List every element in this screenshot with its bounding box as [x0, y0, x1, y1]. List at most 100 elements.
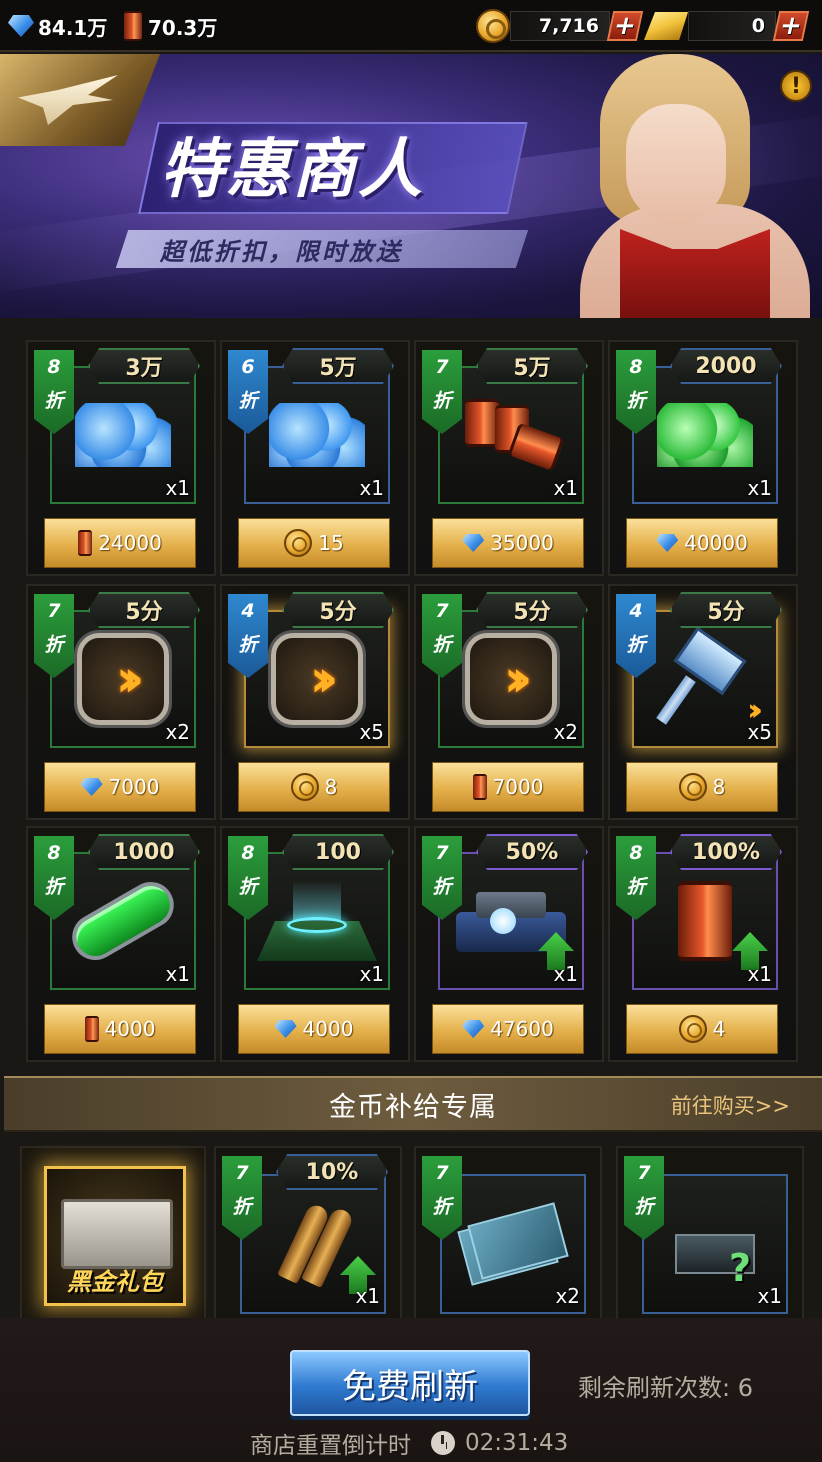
price-value: 15: [318, 531, 344, 555]
shop-item-card[interactable]: ›› 4 折 5分 x5 8: [608, 584, 798, 820]
green-crystal-pile-icon: [657, 403, 753, 467]
shop-item-card[interactable]: ›› 7 折 5分 x2 7000: [414, 584, 604, 820]
item-quantity: x5: [359, 720, 384, 744]
price-value: 4: [712, 1017, 726, 1041]
price-value: 35000: [490, 531, 554, 555]
energy-tube-icon: [63, 873, 183, 969]
shop-item-card[interactable]: ›› 4 折 5分 x5 8: [220, 584, 410, 820]
item-amount: 2000: [670, 348, 782, 384]
buy-button[interactable]: 7000: [44, 762, 196, 812]
buy-button[interactable]: 8: [626, 762, 778, 812]
buy-button[interactable]: 4: [626, 1004, 778, 1054]
section-title: 金币补给专属: [329, 1091, 497, 1123]
add-gold-button[interactable]: +: [772, 11, 810, 41]
discount-tag: 8折: [616, 836, 656, 920]
build-speedup-hammer-icon: ››: [656, 626, 763, 728]
price-value: 24000: [98, 531, 162, 555]
buy-button[interactable]: 35000: [432, 518, 584, 568]
gold-amount: 0: [688, 11, 776, 41]
price-value: 7000: [108, 775, 160, 799]
gold-supply-item[interactable]: 7 折 x2: [414, 1146, 602, 1326]
buy-button[interactable]: 8: [238, 762, 390, 812]
item-amount: 5分: [476, 592, 588, 628]
discount-tag: 7折: [422, 836, 462, 920]
crystal-icon: [8, 15, 34, 37]
oil-barrel-icon: [78, 530, 93, 556]
buy-button[interactable]: 47600: [432, 1004, 584, 1054]
reset-timer: 02:31:43: [465, 1430, 569, 1456]
go-purchase-link[interactable]: 前往购买>>: [671, 1090, 790, 1120]
shop-item-card[interactable]: 8 折 100 x1 4000: [220, 826, 410, 1062]
price-value: 8: [324, 775, 338, 799]
discount-tag: 4折: [228, 594, 268, 678]
buy-button[interactable]: 7000: [432, 762, 584, 812]
item-quantity: x1: [747, 476, 772, 500]
shop-item-card[interactable]: ›› 7 折 5分 x2 7000: [26, 584, 216, 820]
price-value: 8: [712, 775, 726, 799]
coin-amount: 7,716: [510, 11, 610, 41]
gold-resource: 0 +: [644, 8, 816, 44]
shop-item-card[interactable]: 6 折 5万 x1 15: [220, 340, 410, 576]
shop-item-card[interactable]: 7 折 5万 x1 35000: [414, 340, 604, 576]
shop-item-card[interactable]: 8 折 100% x1 4: [608, 826, 798, 1062]
item-quantity: x1: [359, 962, 384, 986]
coin-icon: [290, 773, 319, 801]
chest-label: 黑金礼包: [67, 1268, 163, 1296]
speedup-icon: ››: [465, 633, 557, 725]
item-quantity: x1: [165, 962, 190, 986]
item-quantity: x1: [553, 962, 578, 986]
shop-item-card[interactable]: 7 折 50% x1 47600: [414, 826, 604, 1062]
item-amount: 5分: [282, 592, 394, 628]
crystal-pile-icon: [75, 403, 171, 467]
mystery-building-icon: ?: [665, 1204, 765, 1290]
item-amount: 10%: [276, 1154, 388, 1190]
discount-tag: 7折: [624, 1156, 664, 1240]
crystal-pile-icon: [269, 403, 365, 467]
price-value: 47600: [490, 1017, 554, 1041]
item-quantity: x1: [757, 1284, 782, 1308]
free-refresh-button[interactable]: 免费刷新: [290, 1350, 530, 1416]
crystal-icon: [462, 534, 485, 552]
gold-bar-icon: [644, 12, 688, 40]
oil-resource: 70.3万: [124, 8, 217, 44]
speedup-icon: ››: [77, 633, 169, 725]
oil-barrel-icon: [472, 774, 487, 800]
gold-supply-item[interactable]: 7 折 10% x1: [214, 1146, 402, 1326]
discount-tag: 8折: [34, 350, 74, 434]
gift-chest-icon: [61, 1199, 173, 1269]
teleport-platform-icon: [257, 881, 377, 961]
coin-icon: [678, 1015, 707, 1043]
discount-tag: 7折: [34, 594, 74, 678]
item-amount: 3万: [88, 348, 200, 384]
buy-button[interactable]: 4000: [44, 1004, 196, 1054]
merchant-banner: 特惠商人 超低折扣，限时放送 !: [0, 54, 822, 318]
buy-button[interactable]: 4000: [238, 1004, 390, 1054]
item-quantity: x5: [747, 720, 772, 744]
clock-icon: [431, 1431, 455, 1455]
item-amount: 100: [282, 834, 394, 870]
buy-button[interactable]: 24000: [44, 518, 196, 568]
buy-button[interactable]: 40000: [626, 518, 778, 568]
item-quantity: x1: [355, 1284, 380, 1308]
oil-barrels-icon: [461, 395, 565, 475]
crystal-icon: [462, 1020, 485, 1038]
discount-tag: 7折: [422, 594, 462, 678]
crystal-icon: [274, 1020, 297, 1038]
crystal-icon: [656, 534, 679, 552]
info-button[interactable]: !: [780, 70, 812, 102]
shop-item-card[interactable]: 8 折 2000 x1 40000: [608, 340, 798, 576]
price-value: 40000: [684, 531, 748, 555]
shop-item-card[interactable]: 8 折 1000 x1 4000: [26, 826, 216, 1062]
discount-tag: 8折: [34, 836, 74, 920]
buy-button[interactable]: 15: [238, 518, 390, 568]
item-amount: 5万: [476, 348, 588, 384]
black-gold-gift-pack[interactable]: 黑金礼包: [20, 1146, 206, 1322]
add-coins-button[interactable]: +: [606, 11, 644, 41]
remaining-refreshes: 剩余刷新次数: 6: [578, 1374, 753, 1402]
gold-supply-item[interactable]: ? 7 折 x1: [616, 1146, 804, 1326]
ammo-icon: [273, 1199, 355, 1289]
back-button[interactable]: [0, 54, 160, 146]
coin-icon: [476, 9, 510, 43]
item-quantity: x2: [555, 1284, 580, 1308]
shop-item-card[interactable]: 8 折 3万 x1 24000: [26, 340, 216, 576]
